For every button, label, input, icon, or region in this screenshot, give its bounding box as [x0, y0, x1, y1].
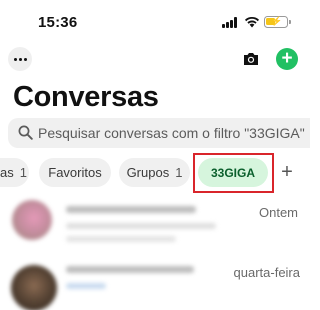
cellular-signal-icon: [222, 17, 240, 28]
status-time: 15:36: [38, 14, 78, 31]
plus-icon: +: [281, 161, 293, 183]
more-options-button[interactable]: [8, 47, 32, 71]
filter-chip-groups[interactable]: Grupos 1: [119, 158, 190, 187]
search-icon: [18, 125, 33, 140]
avatar: [12, 200, 52, 240]
blurred-message-preview: [66, 223, 216, 229]
chat-list-item[interactable]: Ontem: [0, 196, 310, 256]
chip-label: Grupos: [126, 165, 170, 180]
blurred-message-preview: [66, 283, 106, 289]
blurred-contact-name: [66, 266, 194, 273]
chat-timestamp: Ontem: [258, 205, 298, 220]
blurred-contact-name: [66, 206, 196, 213]
chat-timestamp: quarta-feira: [233, 265, 300, 280]
add-filter-button[interactable]: +: [276, 158, 298, 187]
plus-icon: +: [281, 48, 293, 69]
page-title: Conversas: [13, 81, 159, 113]
avatar: [11, 265, 57, 310]
blurred-message-preview: [66, 236, 176, 242]
chip-count: 1: [175, 165, 183, 180]
filter-chip-favorites[interactable]: Favoritos: [39, 158, 111, 187]
new-chat-button[interactable]: +: [276, 48, 298, 70]
camera-icon[interactable]: [242, 50, 260, 68]
chip-label: as: [0, 165, 14, 180]
highlight-box: [193, 153, 274, 193]
chip-label: Favoritos: [48, 165, 102, 180]
chip-count: 1: [19, 165, 27, 180]
battery-cap: [289, 20, 291, 24]
search-bar[interactable]: Pesquisar conversas com o filtro "33GIGA…: [8, 118, 310, 148]
battery-icon: ⚡: [264, 16, 288, 28]
wifi-icon: [245, 16, 259, 28]
chat-list-item[interactable]: quarta-feira: [0, 258, 310, 310]
ellipsis-icon: [13, 57, 27, 61]
filter-chip-partial[interactable]: as 1: [0, 158, 29, 187]
search-input[interactable]: Pesquisar conversas com o filtro "33GIGA…: [38, 125, 305, 141]
